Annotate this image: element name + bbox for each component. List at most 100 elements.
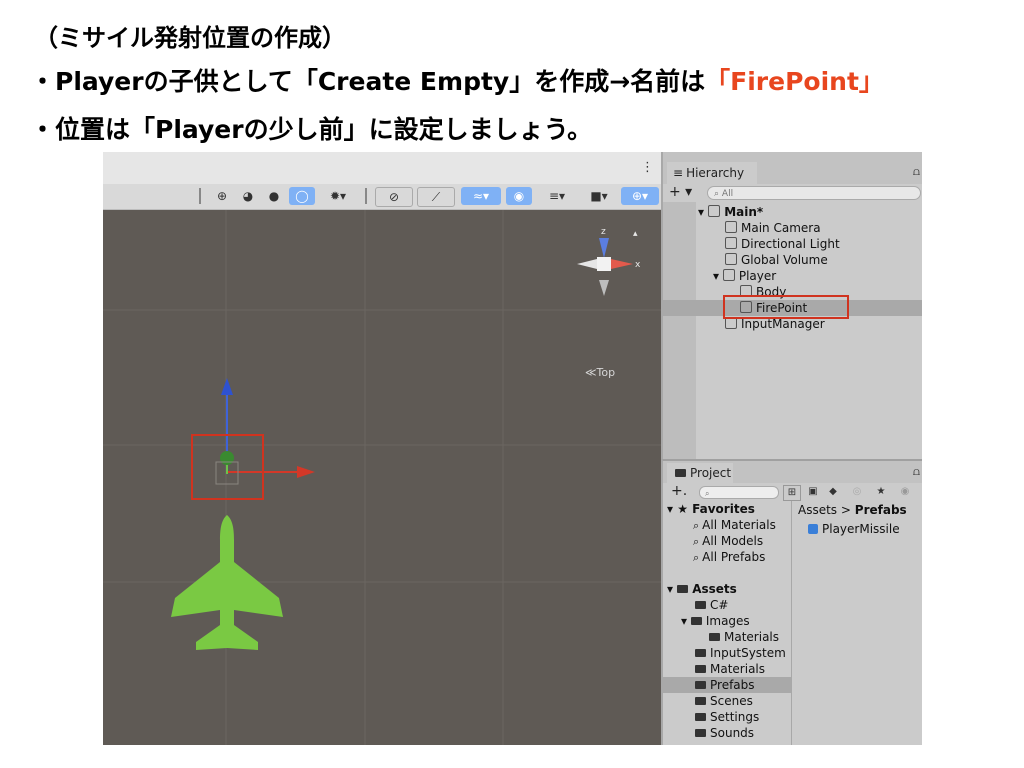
expand-arrow-icon[interactable]: ▾	[713, 269, 723, 283]
svg-text:▴: ▴	[633, 229, 638, 239]
instruction-bullet-1: ・Playerの子供として「Create Empty」を作成→名前は「FireP…	[30, 62, 884, 98]
folder-label: Prefabs	[710, 678, 755, 692]
hierarchy-item-label: Player	[738, 269, 777, 283]
lock-icon[interactable]: ⩍	[913, 165, 920, 179]
scene-viewport[interactable]: z x ▴ ≪Top	[103, 210, 661, 745]
project-tab[interactable]: Project	[667, 463, 733, 483]
hierarchy-item-main[interactable]: ▾ Main*	[698, 204, 763, 220]
camera-icon[interactable]: ■▾	[581, 187, 617, 205]
expand-arrow-icon[interactable]: ▾	[667, 502, 677, 516]
breadcrumb-current[interactable]: Prefabs	[855, 503, 907, 517]
expand-arrow-icon[interactable]: ▾	[698, 205, 708, 219]
unity-scene-icon	[708, 205, 721, 217]
gameobject-icon	[725, 253, 737, 265]
hierarchy-item-label: Directional Light	[741, 237, 840, 251]
project-search-input[interactable]: ⌕	[699, 486, 779, 499]
audio-mute-icon[interactable]: ⊘	[375, 187, 413, 207]
orientation-gizmo[interactable]: z x ▴	[577, 227, 641, 296]
assets-header[interactable]: ▾ Assets	[667, 581, 737, 597]
folder-label: Settings	[710, 710, 760, 724]
gameobject-icon	[725, 221, 737, 233]
gameobject-icon	[725, 237, 737, 249]
project-toolbar: +. ⌕ ⊞ ▣ ◆ ◎ ★ ◉	[663, 483, 922, 501]
hidden-package-icon[interactable]: ◎	[849, 485, 865, 499]
favorite-label: All Models	[702, 534, 764, 548]
folder-icon	[675, 469, 686, 477]
folder-icon	[695, 649, 706, 657]
sphere-icon[interactable]: ●	[263, 187, 285, 205]
tag-icon[interactable]: ◆	[825, 485, 841, 499]
folder-item[interactable]: Materials	[695, 661, 765, 677]
project-content-area: Assets > Prefabs PlayerMissile	[792, 501, 922, 745]
fx-icon[interactable]: ⟋	[417, 187, 455, 207]
hierarchy-item-main-camera[interactable]: Main Camera	[725, 220, 821, 236]
asset-item-player-missile[interactable]: PlayerMissile	[808, 521, 900, 537]
folder-item[interactable]: ▾ Images	[681, 613, 750, 629]
bullet1-accent-text: 「FirePoint」	[705, 67, 884, 96]
hierarchy-item-player[interactable]: ▾ Player	[713, 268, 776, 284]
hierarchy-tab-label: Hierarchy	[686, 166, 745, 180]
project-folder-tree: ▾ ★ Favorites ⌕ All Materials ⌕ All Models…	[663, 501, 792, 745]
folder-label: Sounds	[710, 726, 755, 740]
view-orientation-label[interactable]: ≪Top	[585, 366, 615, 379]
bug-icon[interactable]: ✹▾	[321, 187, 355, 205]
favorite-item[interactable]: ⌕ All Models	[693, 533, 763, 549]
folder-item[interactable]: InputSystem	[695, 645, 786, 661]
hierarchy-item-label: Main*	[724, 205, 764, 219]
folder-label: InputSystem	[710, 646, 786, 660]
folder-icon	[709, 633, 720, 641]
favorites-header[interactable]: ▾ ★ Favorites	[667, 501, 755, 517]
gizmo-icon[interactable]: ⊕▾	[621, 187, 659, 205]
eye-icon[interactable]: ◉	[506, 187, 532, 205]
breadcrumb-root[interactable]: Assets	[798, 503, 837, 517]
project-panel: Project ⩍ +. ⌕ ⊞ ▣ ◆ ◎ ★ ◉ ▾ ★ Favorites…	[661, 459, 922, 745]
scene-canvas: z x ▴	[103, 210, 661, 745]
slide-title: （ミサイル発射位置の作成）	[34, 24, 346, 52]
favorites-label: Favorites	[692, 502, 755, 516]
layers2-icon[interactable]: ≡▾	[539, 187, 575, 205]
folder-item-prefabs[interactable]: Prefabs	[695, 677, 755, 693]
orbit-icon[interactable]: ◯	[289, 187, 315, 205]
hierarchy-item-directional-light[interactable]: Directional Light	[725, 236, 840, 252]
expand-arrow-icon[interactable]: ▾	[667, 582, 677, 596]
folder-label: Materials	[724, 630, 780, 644]
folder-item[interactable]: Materials	[709, 629, 779, 645]
grid-icon[interactable]: ⊕	[211, 187, 233, 205]
search-icon: ⌕	[705, 489, 710, 498]
firepoint-highlight-box	[191, 434, 264, 500]
star-icon[interactable]: ★	[873, 485, 889, 499]
folder-label: Scenes	[710, 694, 753, 708]
filter-label-icon[interactable]: ▣	[805, 485, 821, 499]
list-icon: ≡	[673, 166, 684, 180]
eye-icon[interactable]: ◉	[897, 485, 913, 499]
add-object-button[interactable]: + ▾	[669, 184, 692, 200]
firepoint-hierarchy-highlight	[723, 295, 849, 319]
gameobject-icon	[722, 269, 735, 281]
search-icon: ⌕	[693, 519, 700, 532]
expand-arrow-icon[interactable]: ▾	[681, 614, 691, 628]
favorite-label: All Prefabs	[702, 550, 766, 564]
create-asset-button[interactable]: +.	[671, 483, 687, 499]
hierarchy-search-input[interactable]: ⌕ All	[707, 186, 921, 200]
prefab-icon	[808, 524, 818, 534]
hierarchy-tab[interactable]: ≡ Hierarchy	[667, 162, 757, 184]
folder-item[interactable]: Scenes	[695, 693, 753, 709]
folder-icon	[695, 729, 706, 737]
folder-label: C#	[710, 598, 729, 612]
hierarchy-item-label: InputManager	[741, 317, 825, 331]
favorite-item[interactable]: ⌕ All Prefabs	[693, 549, 765, 565]
lock-icon[interactable]: ⩍	[913, 465, 920, 479]
instruction-bullet-2: ・位置は「Playerの少し前」に設定しましょう。	[30, 115, 593, 144]
svg-text:x: x	[635, 260, 641, 270]
filter-type-icon[interactable]: ⊞	[783, 485, 801, 501]
favorite-item[interactable]: ⌕ All Materials	[693, 517, 776, 533]
globe-icon[interactable]: ◕	[237, 187, 259, 205]
scene-menu-icon[interactable]: ⋮	[641, 160, 654, 175]
folder-item[interactable]: Settings	[695, 709, 759, 725]
folder-icon	[695, 601, 706, 609]
folder-icon	[695, 681, 706, 689]
layers-icon[interactable]: ≈▾	[461, 187, 501, 205]
folder-item[interactable]: Sounds	[695, 725, 754, 741]
folder-item[interactable]: C#	[695, 597, 728, 613]
hierarchy-item-global-volume[interactable]: Global Volume	[725, 252, 828, 268]
